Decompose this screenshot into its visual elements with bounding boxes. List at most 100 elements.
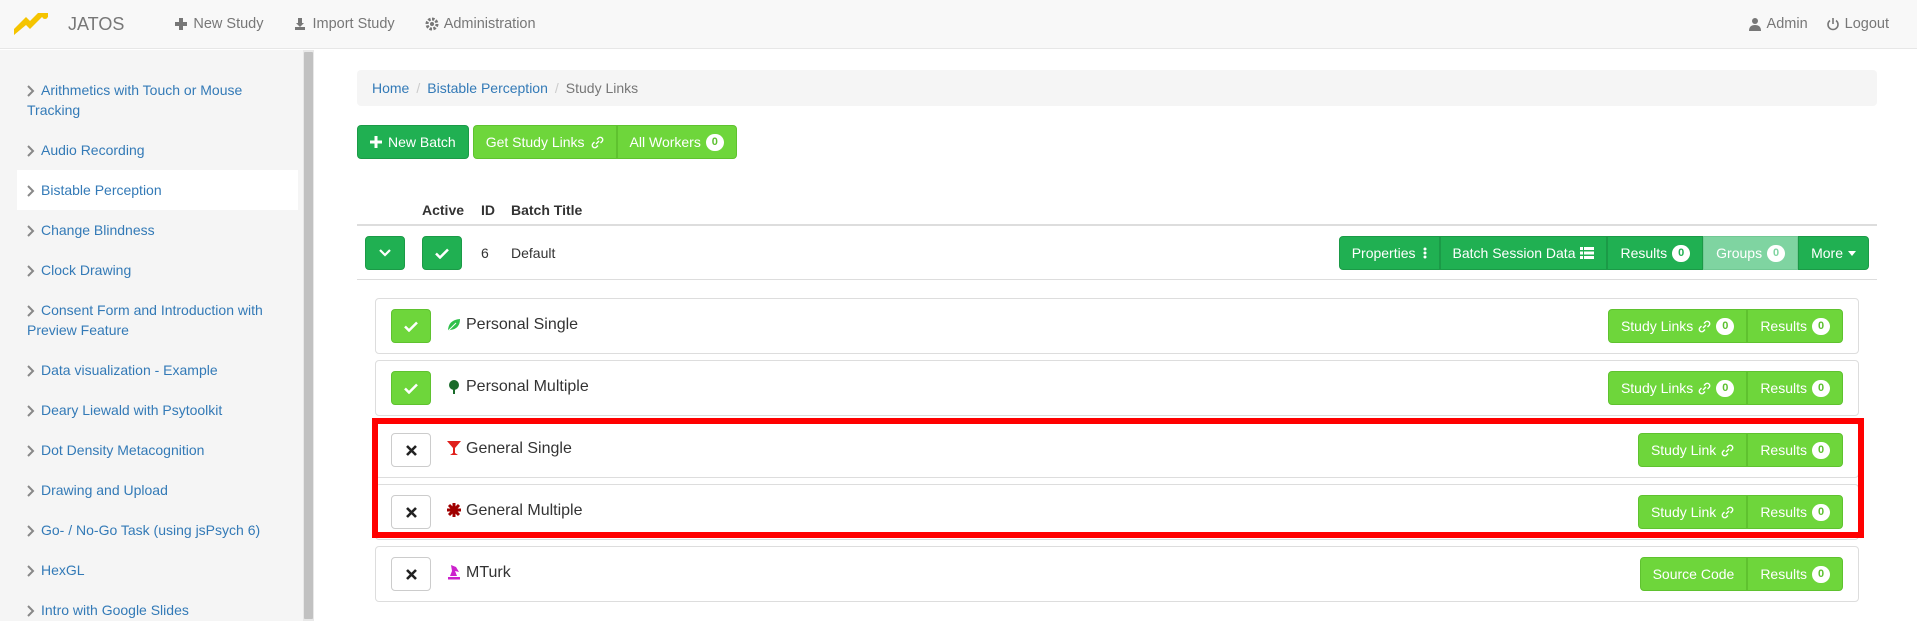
general-single-label: General Single <box>466 440 572 457</box>
chevron-right-icon <box>27 265 35 278</box>
sidebar-item-arithmetics[interactable]: Arithmetics with Touch or Mouse Tracking <box>17 70 298 130</box>
chevron-right-icon <box>27 225 35 238</box>
source-code-label: Source Code <box>1652 566 1735 582</box>
plus-icon <box>370 136 382 148</box>
personal-multiple-study-links-button[interactable]: Study Links 0 <box>1607 371 1748 405</box>
check-icon <box>404 383 418 394</box>
personal-single-label: Personal Single <box>466 316 579 333</box>
personal-single-study-links-button[interactable]: Study Links 0 <box>1607 309 1748 343</box>
batch-results-button[interactable]: Results 0 <box>1607 236 1704 270</box>
sidebar-item-audio-recording[interactable]: Audio Recording <box>17 130 298 170</box>
personal-multiple-toggle[interactable] <box>391 371 431 405</box>
more-label: More <box>1811 245 1843 261</box>
batch-table-header: Active ID Batch Title <box>357 197 1877 226</box>
column-id: ID <box>481 202 495 218</box>
breadcrumb-current: Study Links <box>565 80 639 96</box>
personal-multiple-label: Personal Multiple <box>466 378 589 395</box>
batch-active-toggle[interactable] <box>422 236 462 270</box>
results-count-badge: 0 <box>1812 379 1830 397</box>
mturk-results-button[interactable]: Results 0 <box>1747 557 1843 591</box>
import-study-label: Import Study <box>312 16 395 32</box>
chevron-right-icon <box>27 565 35 578</box>
general-multiple-results-button[interactable]: Results 0 <box>1747 495 1843 529</box>
import-study-link[interactable]: Import Study <box>293 16 395 32</box>
sidebar-item-clock-drawing[interactable]: Clock Drawing <box>17 250 298 290</box>
administration-link[interactable]: Administration <box>425 16 536 32</box>
personal-multiple-results-button[interactable]: Results 0 <box>1747 371 1843 405</box>
breadcrumb-separator: / <box>416 80 421 96</box>
vertical-ellipsis-icon <box>1423 247 1427 259</box>
new-study-label: New Study <box>193 16 264 32</box>
new-batch-button[interactable]: New Batch <box>357 125 469 159</box>
batch-session-data-button[interactable]: Batch Session Data <box>1439 236 1608 270</box>
worker-type-panel-personal-single: Personal Single Study Links 0 Results 0 <box>375 298 1859 354</box>
sidebar-item-go-no-go[interactable]: Go- / No-Go Task (using jsPsych 6) <box>17 510 298 550</box>
user-label: Admin <box>1766 16 1808 32</box>
sidebar-item-change-blindness[interactable]: Change Blindness <box>17 210 298 250</box>
top-navbar: JATOS New Study Import Study Administrat… <box>0 0 1917 49</box>
general-single-results-button[interactable]: Results 0 <box>1747 433 1843 467</box>
sidebar-item-label: Dot Density Metacognition <box>41 442 205 458</box>
personal-multiple-actions: Study Links 0 Results 0 <box>1607 371 1843 405</box>
sidebar-item-label: Go- / No-Go Task (using jsPsych 6) <box>41 522 261 538</box>
link-icon <box>1698 382 1711 394</box>
sidebar-item-intro-google-slides[interactable]: Intro with Google Slides <box>17 590 298 621</box>
mturk-toggle[interactable] <box>391 557 431 591</box>
properties-button[interactable]: Properties <box>1338 236 1440 270</box>
breadcrumb-home[interactable]: Home <box>372 80 409 96</box>
groups-button[interactable]: Groups 0 <box>1703 236 1799 270</box>
results-label: Results <box>1760 318 1807 334</box>
more-dropdown-button[interactable]: More <box>1798 236 1869 270</box>
all-workers-button[interactable]: All Workers 0 <box>616 125 737 159</box>
chevron-right-icon <box>27 605 35 618</box>
worker-type-panel-personal-multiple: Personal Multiple Study Links 0 Results … <box>375 360 1859 416</box>
logout-link[interactable]: Logout <box>1826 16 1889 32</box>
expand-batch-button[interactable] <box>365 236 405 270</box>
general-multiple-label: General Multiple <box>466 502 583 519</box>
get-study-links-label: Get Study Links <box>485 134 585 150</box>
general-single-study-link-button[interactable]: Study Link <box>1637 433 1748 467</box>
chevron-right-icon <box>27 445 35 458</box>
batch-toolbar: New Batch Get Study Links All Workers 0 <box>357 125 737 159</box>
breadcrumb-study[interactable]: Bistable Perception <box>427 80 548 96</box>
study-links-group: Get Study Links All Workers 0 <box>472 125 737 159</box>
chevron-right-icon <box>27 305 35 318</box>
mturk-source-code-button[interactable]: Source Code <box>1639 557 1748 591</box>
sidebar-item-consent-form[interactable]: Consent Form and Introduction with Previ… <box>17 290 298 350</box>
close-icon <box>405 506 417 518</box>
power-icon <box>1826 18 1839 31</box>
close-icon <box>405 444 417 456</box>
general-multiple-toggle[interactable] <box>391 495 431 529</box>
mturk-actions: Source Code Results 0 <box>1639 557 1843 591</box>
leaf-icon <box>447 319 460 332</box>
personal-single-results-button[interactable]: Results 0 <box>1747 309 1843 343</box>
sidebar-item-drawing-upload[interactable]: Drawing and Upload <box>17 470 298 510</box>
personal-single-toggle[interactable] <box>391 309 431 343</box>
list-icon <box>1580 247 1595 259</box>
study-links-count-badge: 0 <box>1716 379 1735 397</box>
get-study-links-button[interactable]: Get Study Links <box>472 125 617 159</box>
sidebar-item-data-visualization[interactable]: Data visualization - Example <box>17 350 298 390</box>
general-single-toggle[interactable] <box>391 433 431 467</box>
sidebar-item-dot-density[interactable]: Dot Density Metacognition <box>17 430 298 470</box>
check-icon <box>404 321 418 332</box>
results-count-badge: 0 <box>1812 503 1830 521</box>
groups-count-badge: 0 <box>1767 244 1786 262</box>
user-menu[interactable]: Admin <box>1748 16 1808 32</box>
sidebar-item-label: Clock Drawing <box>41 262 132 278</box>
brand-name: JATOS <box>68 13 125 34</box>
general-multiple-study-link-button[interactable]: Study Link <box>1637 495 1748 529</box>
plus-icon <box>175 18 188 30</box>
sidebar-item-bistable-perception[interactable]: Bistable Perception <box>17 170 298 210</box>
sidebar-item-hexgl[interactable]: HexGL <box>17 550 298 590</box>
study-link-label: Study Link <box>1650 504 1717 520</box>
brand[interactable]: JATOS <box>12 11 124 37</box>
chevron-down-icon <box>379 249 391 257</box>
sidebar-scrollbar-thumb[interactable] <box>304 52 313 619</box>
study-list: Arithmetics with Touch or Mouse Tracking… <box>17 70 298 621</box>
chevron-right-icon <box>27 365 35 378</box>
sidebar-item-deary-liewald[interactable]: Deary Liewald with Psytoolkit <box>17 390 298 430</box>
breadcrumb-separator: / <box>554 80 559 96</box>
import-icon <box>295 18 306 30</box>
new-study-link[interactable]: New Study <box>174 16 263 32</box>
